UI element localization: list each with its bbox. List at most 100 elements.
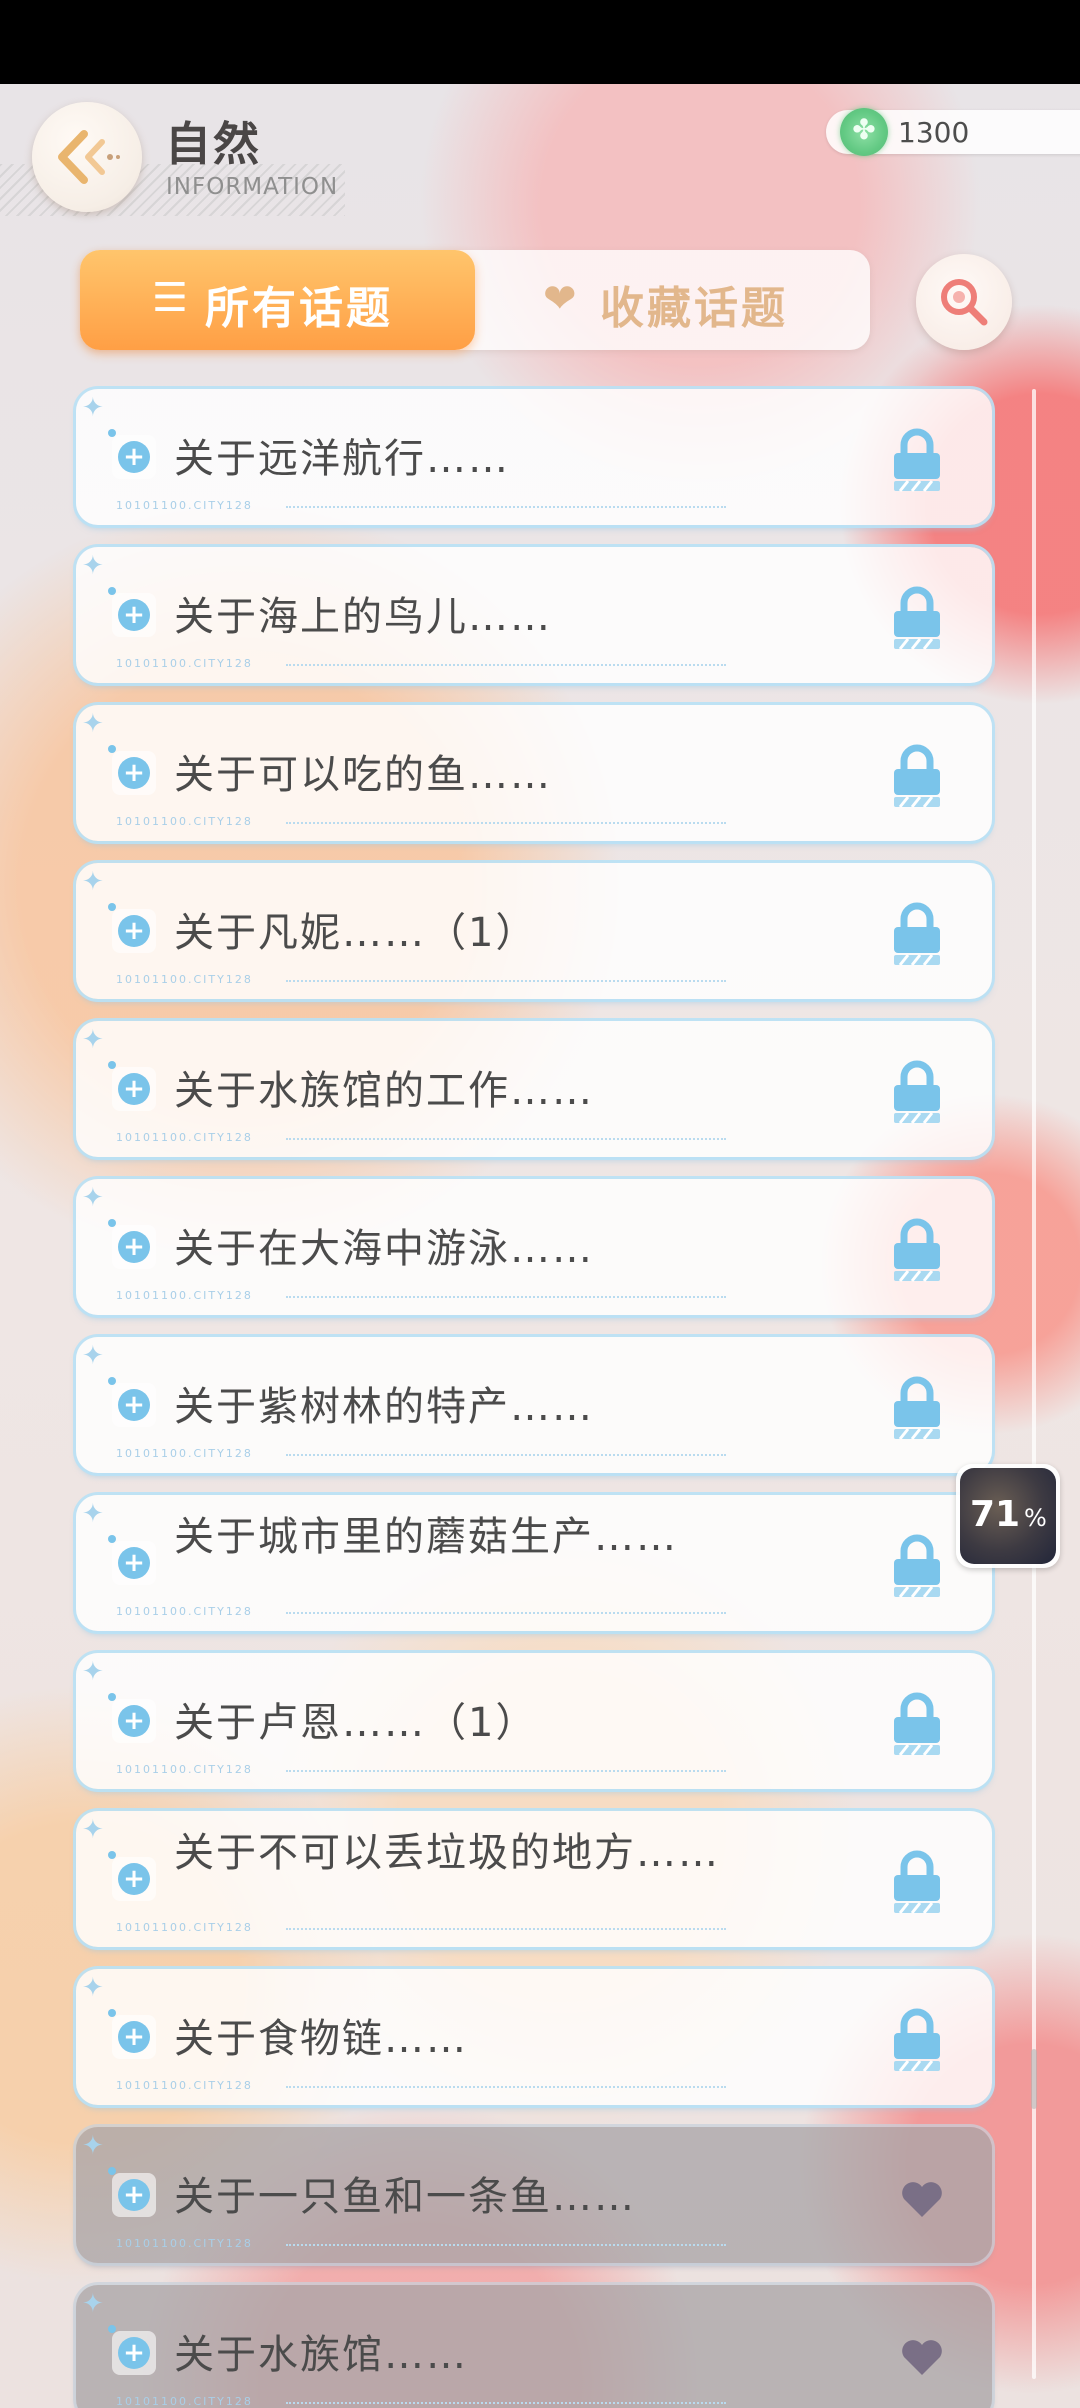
lock-icon	[894, 902, 940, 966]
topic-title: 关于海上的鸟儿……	[174, 594, 552, 640]
lock-icon	[894, 1376, 940, 1440]
sparkle-icon: ✦	[82, 1973, 104, 2003]
back-arrow-icon	[58, 130, 120, 184]
status-bar	[0, 0, 1080, 84]
topic-title: 关于一只鱼和一条鱼……	[174, 2174, 636, 2220]
chat-bubble-icon: +	[108, 1219, 156, 1269]
topic-title: 关于远洋航行……	[174, 436, 510, 482]
list-icon: ☰	[152, 275, 188, 321]
topic-code: 10101100.CITY128	[116, 2395, 726, 2408]
chat-bubble-icon: +	[108, 1535, 156, 1585]
lock-icon	[894, 1850, 940, 1914]
topic-title: 关于紫树林的特产……	[174, 1384, 594, 1430]
sparkle-icon: ✦	[82, 709, 104, 739]
topic-title: 关于水族馆……	[174, 2332, 468, 2378]
favorite-heart-icon[interactable]	[898, 2179, 946, 2219]
sparkle-icon: ✦	[82, 1183, 104, 1213]
chat-bubble-icon: +	[108, 2009, 156, 2059]
lock-icon	[894, 1534, 940, 1598]
topic-item[interactable]: ✦ + 关于卢恩……（1） 10101100.CITY128	[76, 1653, 992, 1789]
topic-title: 关于食物链……	[174, 2016, 468, 2062]
topic-title: 关于卢恩……（1）	[174, 1700, 538, 1746]
chat-bubble-icon: +	[108, 1377, 156, 1427]
topic-code: 10101100.CITY128	[116, 1921, 726, 1934]
topic-tabs: ☰ 所有话题 ❤ 收藏话题	[80, 250, 870, 350]
widget-percent-sign: %	[1024, 1504, 1047, 1532]
chat-bubble-icon: +	[108, 2167, 156, 2217]
sparkle-icon: ✦	[82, 1657, 104, 1687]
topic-title: 关于凡妮……（1）	[174, 910, 538, 956]
tab-all-topics-label: 所有话题	[205, 283, 393, 334]
topic-item[interactable]: ✦ + 关于不可以丢垃圾的地方…… 10101100.CITY128	[76, 1811, 992, 1947]
back-button[interactable]	[32, 102, 142, 212]
topic-title: 关于可以吃的鱼……	[174, 752, 552, 798]
topic-item[interactable]: ✦ + 关于水族馆的工作…… 10101100.CITY128	[76, 1021, 992, 1157]
topic-item[interactable]: ✦ + 关于海上的鸟儿…… 10101100.CITY128	[76, 547, 992, 683]
page-subtitle: INFORMATION	[166, 174, 339, 200]
chat-bubble-icon: +	[108, 587, 156, 637]
sparkle-icon: ✦	[82, 1815, 104, 1845]
topic-item[interactable]: ✦ + 关于在大海中游泳…… 10101100.CITY128	[76, 1179, 992, 1315]
search-button[interactable]	[916, 254, 1012, 350]
heart-icon: ❤	[543, 276, 577, 322]
topic-title: 关于城市里的蘑菇生产……	[174, 1514, 678, 1560]
widget-percent-value: 71	[970, 1494, 1021, 1535]
currency-value: 1300	[898, 116, 970, 149]
favorite-heart-icon[interactable]	[898, 2337, 946, 2377]
tab-all-topics[interactable]: ☰ 所有话题	[80, 250, 475, 350]
lock-icon	[894, 1060, 940, 1124]
topic-code: 10101100.CITY128	[116, 1605, 726, 1618]
lock-icon	[894, 586, 940, 650]
topic-code: 10101100.CITY128	[116, 973, 726, 986]
topic-code: 10101100.CITY128	[116, 815, 726, 828]
page-title: 自然	[165, 117, 261, 171]
clover-coin-icon: ✤	[840, 108, 888, 156]
topic-code: 10101100.CITY128	[116, 657, 726, 670]
topic-title: 关于不可以丢垃圾的地方……	[174, 1830, 720, 1876]
topic-item[interactable]: ✦ + 关于可以吃的鱼…… 10101100.CITY128	[76, 705, 992, 841]
sparkle-icon: ✦	[82, 867, 104, 897]
lock-icon	[894, 1692, 940, 1756]
topic-item[interactable]: ✦ + 关于紫树林的特产…… 10101100.CITY128	[76, 1337, 992, 1473]
chat-bubble-icon: +	[108, 903, 156, 953]
sparkle-icon: ✦	[82, 2131, 104, 2161]
chat-bubble-icon: +	[108, 2325, 156, 2375]
chat-bubble-icon: +	[108, 1693, 156, 1743]
topic-code: 10101100.CITY128	[116, 2079, 726, 2092]
topic-title: 关于水族馆的工作……	[174, 1068, 594, 1114]
floating-progress-widget[interactable]: 71 %	[956, 1464, 1060, 1568]
lock-icon	[894, 2008, 940, 2072]
topic-code: 10101100.CITY128	[116, 1447, 726, 1460]
topic-item[interactable]: ✦ + 关于凡妮……（1） 10101100.CITY128	[76, 863, 992, 999]
topic-item[interactable]: ✦ + 关于食物链…… 10101100.CITY128	[76, 1969, 992, 2105]
chat-bubble-icon: +	[108, 1061, 156, 1111]
sparkle-icon: ✦	[82, 551, 104, 581]
topics-screen: 自然 INFORMATION ✤ 1300 ☰ 所有话题 ❤ 收藏话题 ✦ + 关于…	[0, 84, 1080, 2408]
lock-icon	[894, 428, 940, 492]
scrollbar-thumb[interactable]	[1031, 2049, 1037, 2109]
chat-bubble-icon: +	[108, 1851, 156, 1901]
tab-favorite-topics-label: 收藏话题	[600, 283, 788, 334]
topic-code: 10101100.CITY128	[116, 1289, 726, 1302]
topic-item[interactable]: ✦ + 关于水族馆…… 10101100.CITY128	[76, 2285, 992, 2408]
list-scrollbar[interactable]	[1031, 389, 1037, 2379]
topic-title: 关于在大海中游泳……	[174, 1226, 594, 1272]
sparkle-icon: ✦	[82, 393, 104, 423]
topic-code: 10101100.CITY128	[116, 499, 726, 512]
currency-display[interactable]: ✤ 1300	[826, 108, 1080, 156]
sparkle-icon: ✦	[82, 1025, 104, 1055]
lock-icon	[894, 744, 940, 808]
sparkle-icon: ✦	[82, 1341, 104, 1371]
tab-favorite-topics[interactable]: ❤ 收藏话题	[475, 250, 870, 350]
search-icon	[941, 279, 988, 326]
sparkle-icon: ✦	[82, 1499, 104, 1529]
topic-item[interactable]: ✦ + 关于城市里的蘑菇生产…… 10101100.CITY128	[76, 1495, 992, 1631]
chat-bubble-icon: +	[108, 429, 156, 479]
lock-icon	[894, 1218, 940, 1282]
chat-bubble-icon: +	[108, 745, 156, 795]
topic-item[interactable]: ✦ + 关于一只鱼和一条鱼…… 10101100.CITY128	[76, 2127, 992, 2263]
topic-item[interactable]: ✦ + 关于远洋航行…… 10101100.CITY128	[76, 389, 992, 525]
topic-code: 10101100.CITY128	[116, 1131, 726, 1144]
sparkle-icon: ✦	[82, 2289, 104, 2319]
topic-code: 10101100.CITY128	[116, 1763, 726, 1776]
